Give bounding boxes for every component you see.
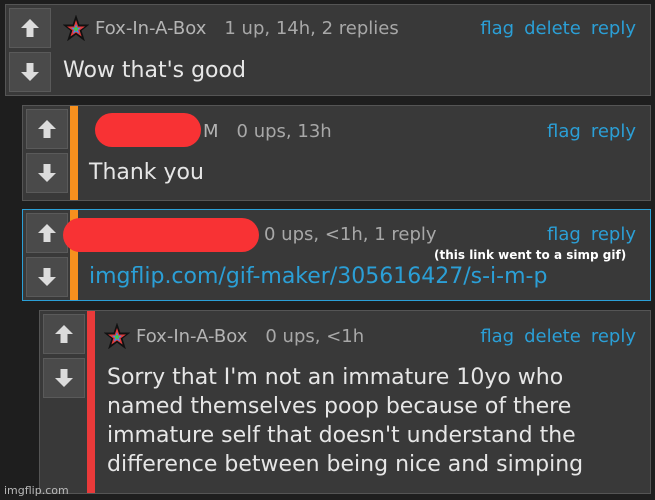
comment-author[interactable]: Fox-In-A-Box: [136, 326, 247, 347]
arrow-up-icon: [55, 325, 73, 343]
upvote-button[interactable]: [26, 213, 68, 253]
comment-text: Wow that's good: [63, 58, 246, 83]
reply-link[interactable]: reply: [591, 224, 636, 245]
arrow-down-icon: [55, 369, 73, 387]
comment-text: imgflip.com/gif-maker/305616427/s-i-m-p: [89, 262, 547, 291]
upvote-button[interactable]: [26, 109, 68, 149]
flag-link[interactable]: flag: [480, 18, 514, 39]
reply-link[interactable]: reply: [591, 18, 636, 39]
arrow-down-icon: [38, 268, 56, 286]
imgflip-watermark: imgflip.com: [4, 484, 69, 497]
comment-actions: flag reply: [547, 219, 636, 249]
downvote-button[interactable]: [43, 358, 85, 398]
comment-header: Fox-In-A-Box 0 ups, <1h: [104, 321, 364, 351]
comment-meta: 0 ups, <1h: [265, 325, 365, 347]
comment-author[interactable]: M: [203, 121, 219, 142]
delete-link[interactable]: delete: [524, 18, 581, 39]
comment-4: Fox-In-A-Box 0 ups, <1h flag delete repl…: [39, 310, 651, 494]
comment-text: Thank you: [89, 160, 204, 185]
arrow-down-icon: [38, 164, 56, 182]
arrow-up-icon: [21, 19, 39, 37]
rainbow-star-icon: [63, 15, 89, 41]
comment-header: Fox-In-A-Box 1 up, 14h, 2 replies: [63, 13, 399, 43]
reply-link[interactable]: reply: [591, 326, 636, 347]
reply-indent-bar: [70, 106, 78, 200]
vote-controls: [26, 109, 68, 193]
vote-controls: [43, 314, 85, 398]
comment-actions: flag reply: [547, 116, 636, 146]
comment-meta: 0 ups, <1h, 1 reply: [264, 223, 437, 245]
redaction-mark: [63, 218, 259, 252]
comment-actions: flag delete reply: [480, 13, 636, 43]
downvote-button[interactable]: [26, 257, 68, 297]
flag-link[interactable]: flag: [547, 224, 581, 245]
vote-controls: [26, 213, 68, 297]
redaction-mark: [95, 113, 201, 147]
arrow-down-icon: [21, 63, 39, 81]
annotation-text: (this link went to a simp gif): [434, 248, 627, 262]
reply-link[interactable]: reply: [591, 121, 636, 142]
comment-header: 0 ups, <1h, 1 reply: [264, 219, 437, 249]
downvote-button[interactable]: [26, 153, 68, 193]
delete-link[interactable]: delete: [524, 326, 581, 347]
arrow-up-icon: [38, 224, 56, 242]
comment-text: Sorry that I'm not an immature 10yo who …: [107, 365, 584, 477]
reply-indent-bar: [87, 311, 95, 493]
flag-link[interactable]: flag: [480, 326, 514, 347]
rainbow-star-icon: [104, 323, 130, 349]
arrow-up-icon: [38, 120, 56, 138]
flag-link[interactable]: flag: [547, 121, 581, 142]
comment-meta: 0 ups, 13h: [236, 120, 332, 142]
gif-link[interactable]: imgflip.com/gif-maker/305616427/s-i-m-p: [89, 264, 547, 289]
comment-actions: flag delete reply: [480, 321, 636, 351]
vote-controls: [9, 8, 51, 92]
comment-author[interactable]: Fox-In-A-Box: [95, 18, 206, 39]
comment-1: Fox-In-A-Box 1 up, 14h, 2 replies flag d…: [5, 4, 651, 96]
upvote-button[interactable]: [43, 314, 85, 354]
comment-meta: 1 up, 14h, 2 replies: [224, 17, 399, 39]
upvote-button[interactable]: [9, 8, 51, 48]
downvote-button[interactable]: [9, 52, 51, 92]
